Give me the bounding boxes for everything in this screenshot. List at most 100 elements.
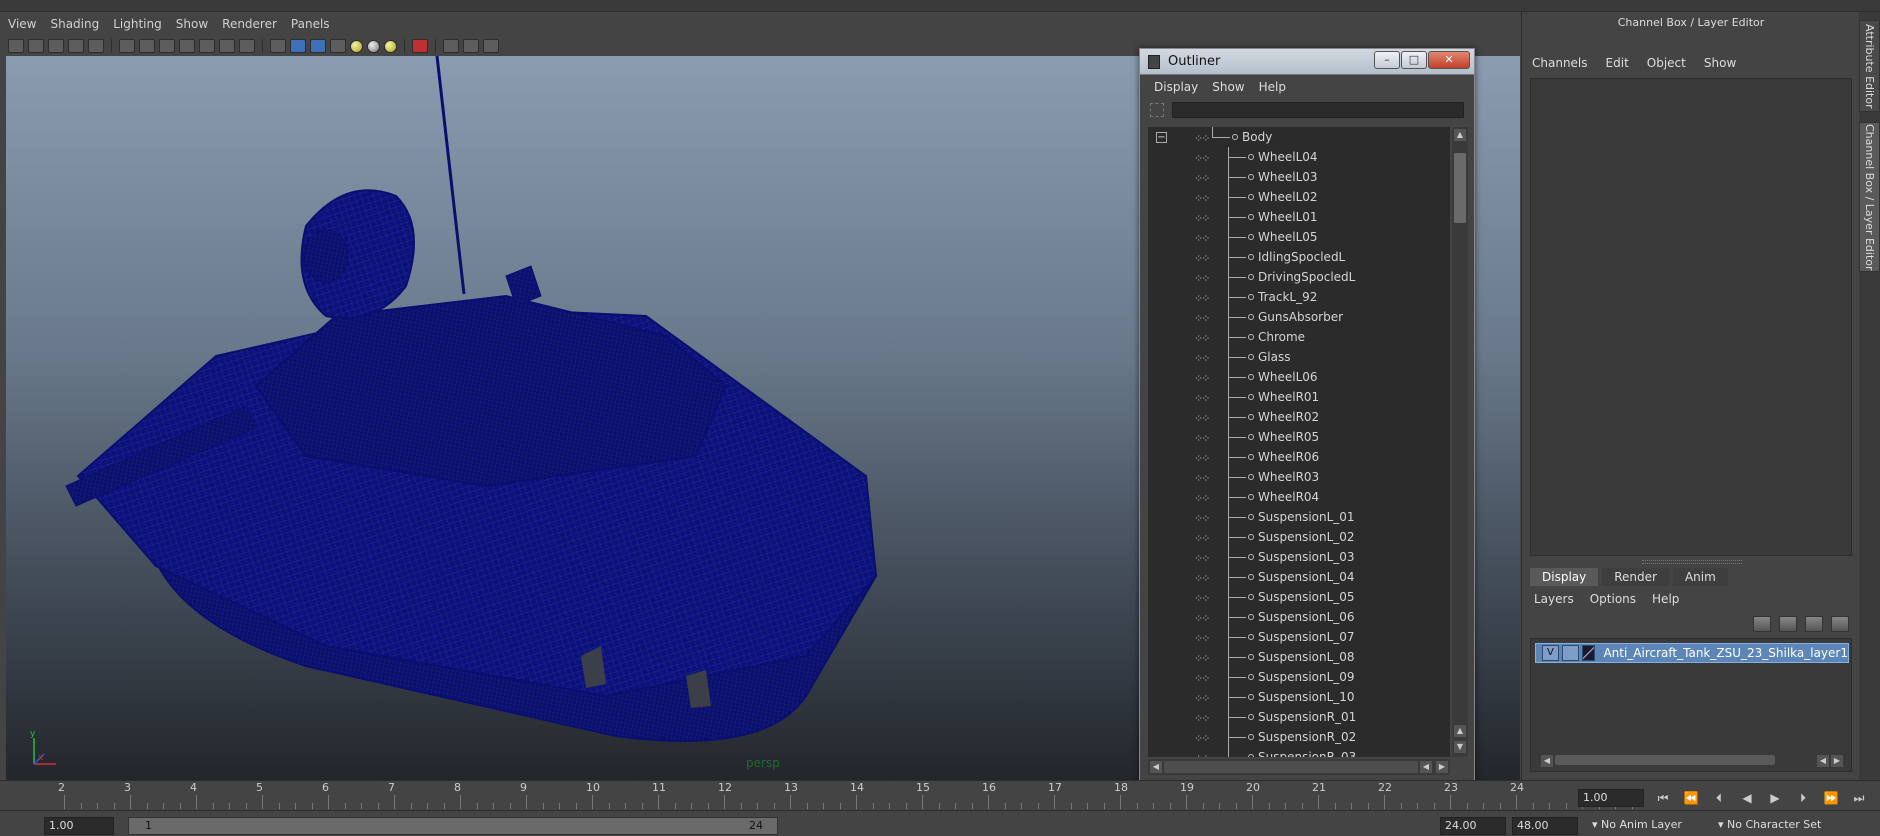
- tree-row[interactable]: ⁘⁘ SuspensionR_02: [1148, 727, 1450, 747]
- tree-row[interactable]: ⁘⁘ SuspensionL_06: [1148, 607, 1450, 627]
- scroll-right-icon[interactable]: ▶: [1436, 761, 1448, 773]
- new-layer-from-selected-icon[interactable]: [1831, 616, 1849, 632]
- menu-lighting[interactable]: Lighting: [113, 17, 162, 31]
- resolution-gate-icon[interactable]: [159, 39, 175, 53]
- menu-renderer[interactable]: Renderer: [222, 17, 277, 31]
- tree-row-body[interactable]: − ⁘⁘ Body: [1148, 127, 1450, 147]
- tree-row[interactable]: ⁘⁘ WheelR03: [1148, 467, 1450, 487]
- play-forwards-button[interactable]: ▶: [1764, 789, 1786, 807]
- scroll-down-icon[interactable]: ▲: [1454, 725, 1466, 737]
- grid-icon[interactable]: [119, 39, 135, 53]
- layer-name[interactable]: Anti_Aircraft_Tank_ZSU_23_Shilka_layer1: [1603, 646, 1848, 660]
- isolate-select-icon[interactable]: [412, 39, 428, 53]
- scroll-left-icon[interactable]: ◀: [1541, 755, 1553, 767]
- tree-row[interactable]: ⁘⁘ Chrome: [1148, 327, 1450, 347]
- tree-row[interactable]: ⁘⁘ SuspensionL_02: [1148, 527, 1450, 547]
- xray-joints-icon[interactable]: [463, 39, 479, 53]
- tree-row[interactable]: ⁘⁘ SuspensionL_05: [1148, 587, 1450, 607]
- menu-panels[interactable]: Panels: [291, 17, 330, 31]
- tree-row[interactable]: ⁘⁘ WheelL02: [1148, 187, 1450, 207]
- all-lights-icon[interactable]: [367, 39, 380, 53]
- tree-row[interactable]: ⁘⁘ SuspensionL_10: [1148, 687, 1450, 707]
- menu-show[interactable]: Show: [176, 17, 208, 31]
- collapse-toggle-icon[interactable]: −: [1156, 131, 1167, 143]
- outliner-tree[interactable]: − ⁘⁘ Body ⁘⁘ WheelL04 ⁘⁘ WheelL03 ⁘⁘ WheelL02…: [1148, 127, 1450, 757]
- new-layer-icon[interactable]: [1805, 616, 1823, 632]
- outliner-horizontal-scrollbar[interactable]: ◀ ◀ ▶: [1148, 759, 1450, 775]
- hud-icon[interactable]: [483, 39, 499, 53]
- xray-icon[interactable]: [443, 39, 459, 53]
- tree-row[interactable]: ⁘⁘ Glass: [1148, 347, 1450, 367]
- smooth-shade-icon[interactable]: [290, 39, 306, 53]
- cb-menu-object[interactable]: Object: [1647, 56, 1686, 70]
- le-menu-options[interactable]: Options: [1590, 592, 1636, 606]
- anim-layer-dropdown[interactable]: ▾ No Anim Layer: [1592, 817, 1682, 835]
- tree-row[interactable]: ⁘⁘ WheelL06: [1148, 367, 1450, 387]
- tree-row[interactable]: ⁘⁘ WheelR06: [1148, 447, 1450, 467]
- menu-shading[interactable]: Shading: [50, 17, 99, 31]
- scroll-thumb[interactable]: [1555, 755, 1775, 765]
- cb-menu-show[interactable]: Show: [1704, 56, 1736, 70]
- tab-display[interactable]: Display: [1530, 568, 1599, 586]
- move-layer-up-icon[interactable]: [1753, 616, 1771, 632]
- cb-menu-edit[interactable]: Edit: [1606, 56, 1629, 70]
- outliner-window[interactable]: Outliner – □ ✕ Display Show Help − ⁘⁘ Bo…: [1139, 48, 1475, 794]
- animation-start-field[interactable]: 1.00: [44, 817, 114, 835]
- tree-row[interactable]: ⁘⁘ GunsAbsorber: [1148, 307, 1450, 327]
- cb-menu-channels[interactable]: Channels: [1532, 56, 1588, 70]
- tree-row[interactable]: ⁘⁘ SuspensionL_08: [1148, 647, 1450, 667]
- tree-row[interactable]: ⁘⁘ TrackL_92: [1148, 287, 1450, 307]
- select-camera-icon[interactable]: [8, 39, 24, 53]
- tree-row[interactable]: ⁘⁘ SuspensionL_07: [1148, 627, 1450, 647]
- tree-row[interactable]: ⁘⁘ SuspensionR_01: [1148, 707, 1450, 727]
- close-button[interactable]: ✕: [1428, 51, 1470, 69]
- tree-row[interactable]: ⁘⁘ WheelL03: [1148, 167, 1450, 187]
- tab-anim[interactable]: Anim: [1672, 568, 1728, 586]
- tree-row[interactable]: ⁘⁘ WheelR05: [1148, 427, 1450, 447]
- tree-row[interactable]: ⁘⁘ IdlingSpocledL: [1148, 247, 1450, 267]
- time-slider[interactable]: 2 3 4 5 6 7 8 9 10 11 12 13 14 15 16 17 18 19 20 21 22 23 24 1…: [0, 780, 1880, 810]
- field-chart-icon[interactable]: [199, 39, 215, 53]
- scroll-thumb[interactable]: [1454, 153, 1466, 223]
- tree-row[interactable]: ⁘⁘ WheelL01: [1148, 207, 1450, 227]
- scroll-left-icon[interactable]: ◀: [1150, 761, 1162, 773]
- minimize-button[interactable]: –: [1374, 51, 1400, 69]
- layer-horizontal-scrollbar[interactable]: ◀ ◀ ▶: [1539, 753, 1845, 767]
- image-plane-icon[interactable]: [68, 39, 84, 53]
- animation-end-field[interactable]: 24.00: [1440, 817, 1506, 835]
- outliner-vertical-scrollbar[interactable]: ▲ ▲ ▼: [1452, 127, 1468, 757]
- layer-row[interactable]: V Anti_Aircraft_Tank_ZSU_23_Shilka_layer…: [1535, 643, 1849, 663]
- go-to-start-button[interactable]: ⏮: [1652, 789, 1674, 807]
- character-set-dropdown[interactable]: ▾ No Character Set: [1718, 817, 1821, 835]
- tree-row[interactable]: ⁘⁘ SuspensionL_01: [1148, 507, 1450, 527]
- tree-row[interactable]: ⁘⁘ SuspensionR_03: [1148, 747, 1450, 757]
- tree-row[interactable]: ⁘⁘ SuspensionL_04: [1148, 567, 1450, 587]
- default-lights-icon[interactable]: [350, 39, 363, 53]
- textured-icon[interactable]: [330, 39, 346, 53]
- tree-row[interactable]: ⁘⁘ WheelL04: [1148, 147, 1450, 167]
- maximize-button[interactable]: □: [1401, 51, 1427, 69]
- outliner-menu-show[interactable]: Show: [1212, 80, 1244, 94]
- tree-row[interactable]: ⁘⁘ DrivingSpocledL: [1148, 267, 1450, 287]
- outliner-menu-display[interactable]: Display: [1154, 80, 1198, 94]
- panel-splitter[interactable]: [1642, 560, 1742, 564]
- channel-box-area[interactable]: [1530, 78, 1852, 556]
- bookmark-icon[interactable]: [48, 39, 64, 53]
- step-back-key-button[interactable]: ⏪: [1680, 789, 1702, 807]
- scroll-up-icon[interactable]: ▲: [1454, 129, 1466, 141]
- menu-view[interactable]: View: [8, 17, 36, 31]
- play-backwards-button[interactable]: ◀: [1736, 789, 1758, 807]
- wireframe-on-shaded-icon[interactable]: [310, 39, 326, 53]
- tree-row[interactable]: ⁘⁘ WheelR02: [1148, 407, 1450, 427]
- gate-mask-icon[interactable]: [179, 39, 195, 53]
- outliner-search-input[interactable]: [1172, 102, 1464, 118]
- le-menu-help[interactable]: Help: [1652, 592, 1679, 606]
- tree-row[interactable]: ⁘⁘ SuspensionL_03: [1148, 547, 1450, 567]
- outliner-titlebar[interactable]: Outliner – □ ✕: [1140, 49, 1474, 75]
- step-back-frame-button[interactable]: ⏴: [1708, 789, 1730, 807]
- filter-icon[interactable]: [1150, 103, 1164, 117]
- safe-title-icon[interactable]: [239, 39, 255, 53]
- tree-row[interactable]: ⁘⁘ SuspensionL_09: [1148, 667, 1450, 687]
- scroll-left-icon[interactable]: ◀: [1817, 755, 1829, 767]
- layer-playback-toggle[interactable]: [1561, 645, 1579, 661]
